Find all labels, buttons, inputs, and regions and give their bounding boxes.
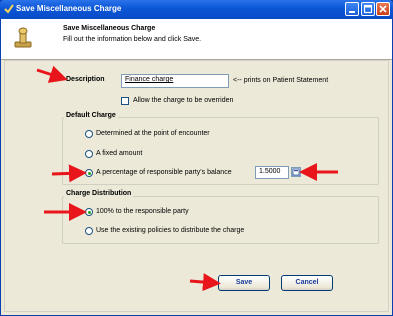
annotation-arrows [36, 65, 338, 292]
arrow-description [36, 65, 68, 83]
arrow-percentage-option [51, 164, 87, 183]
arrow-save-button [189, 273, 221, 292]
